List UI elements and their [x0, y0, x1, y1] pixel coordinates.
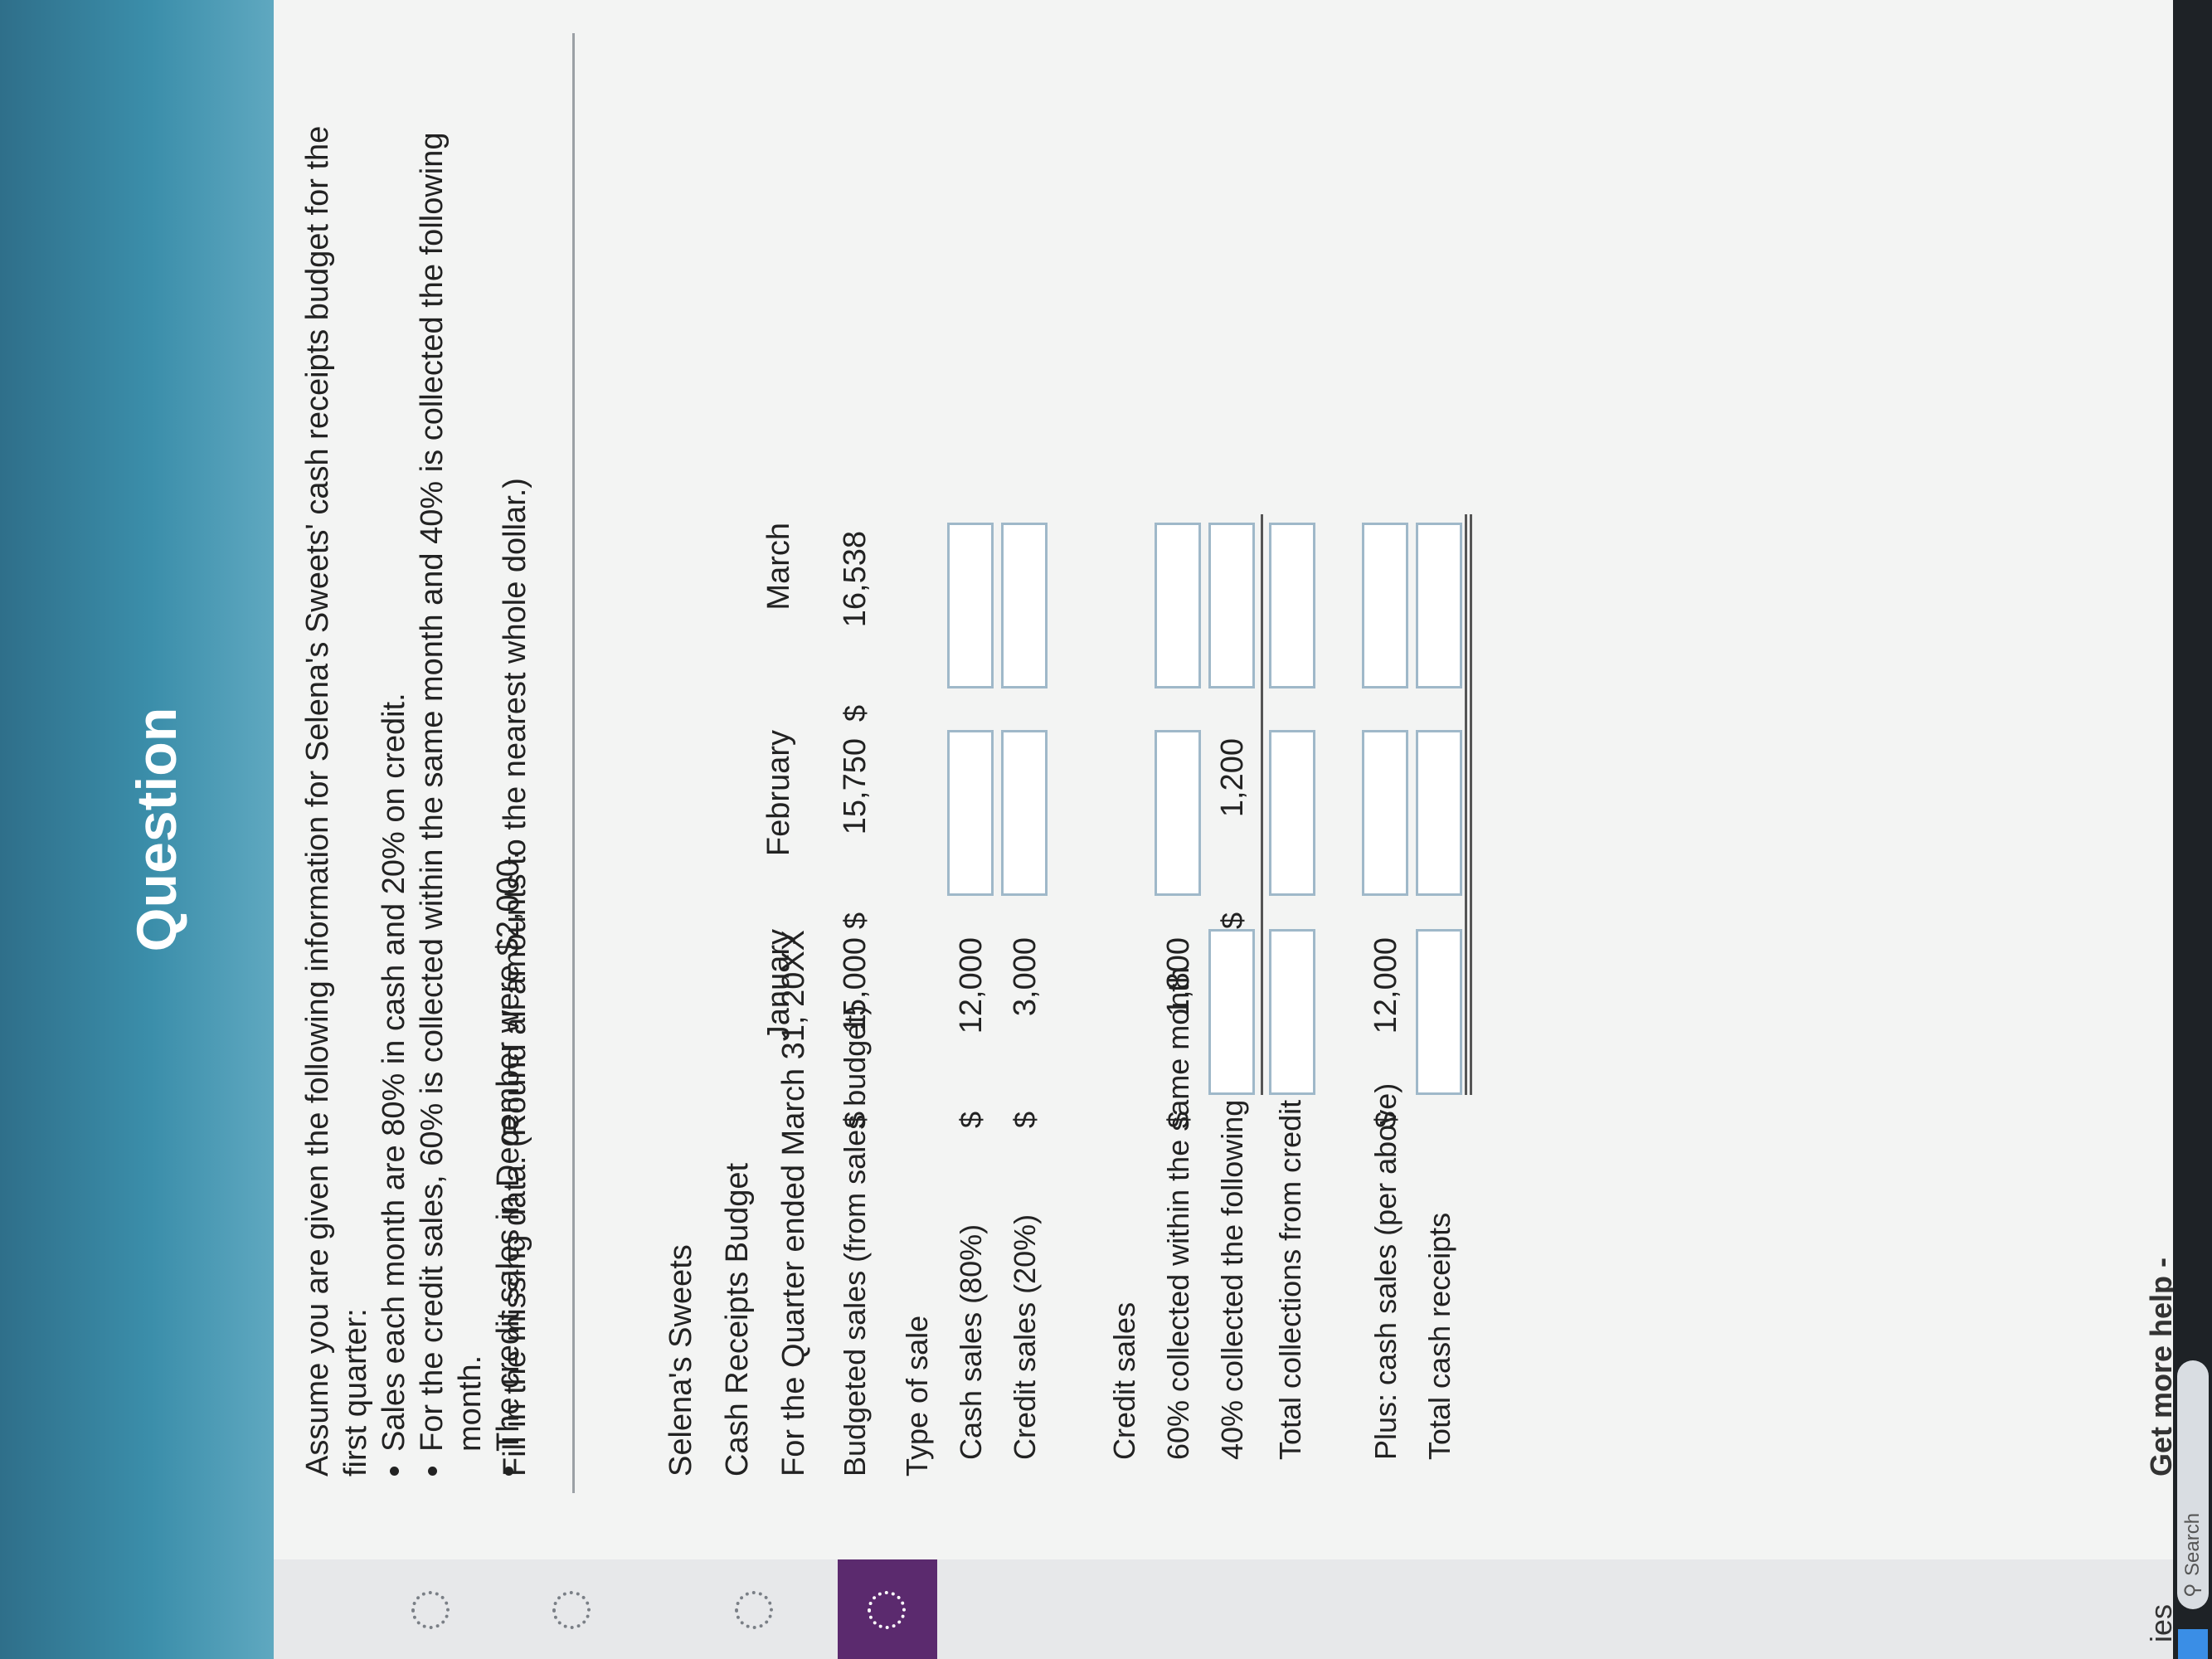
page-title: Question [125, 707, 188, 952]
row-label-type-of-sale: Type of sale [900, 1315, 934, 1477]
input-cash-sales-feb[interactable] [947, 730, 994, 896]
total-double-rule [1465, 514, 1472, 1095]
currency-symbol: $ [1215, 912, 1249, 929]
taskbar-search-box[interactable]: ⚲ Search [2177, 1360, 2209, 1609]
input-total-collections-mar[interactable] [1269, 523, 1315, 688]
input-credit-sales-feb[interactable] [1001, 730, 1048, 896]
subtotal-rule [1261, 514, 1263, 1095]
input-total-collections-jan[interactable] [1269, 929, 1315, 1095]
progress-circle-icon [411, 1591, 450, 1629]
currency-symbol: $ [1161, 1111, 1195, 1128]
sidebar-question-3[interactable] [705, 1559, 805, 1659]
input-total-cash-receipts-mar[interactable] [1416, 523, 1462, 688]
currency-symbol: $ [1008, 1111, 1042, 1128]
input-total-cash-receipts-feb[interactable] [1416, 730, 1462, 896]
input-cash-sales-mar[interactable] [947, 523, 994, 688]
divider [572, 33, 575, 1493]
value-credit-sales-jan: 3,000 [1008, 937, 1043, 1017]
input-plus-cash-sales-feb[interactable] [1362, 730, 1408, 896]
progress-circle-icon [868, 1591, 906, 1629]
taskbar: ⚲ Search [2173, 0, 2212, 1659]
header-bar: Question [0, 0, 274, 1659]
company-name: Selena's Sweets [664, 1244, 698, 1477]
value-collected-following-month-feb: 1,200 [1215, 738, 1250, 818]
input-collected-following-month-mar[interactable] [1208, 523, 1255, 688]
row-label-plus-cash-sales: Plus: cash sales (per above) [1369, 1082, 1403, 1460]
input-collected-following-month-jan[interactable] [1208, 929, 1255, 1095]
sidebar-question-current[interactable] [838, 1559, 937, 1659]
sidebar-question-2[interactable] [523, 1559, 622, 1659]
value-budgeted-sales-feb: 15,750 [838, 738, 873, 835]
value-collected-same-month-jan: 1,800 [1161, 937, 1196, 1017]
question-sidebar [274, 1559, 2212, 1659]
input-total-cash-receipts-jan[interactable] [1416, 929, 1462, 1095]
screen: Question ies Assume you are given the fo… [0, 0, 2212, 1659]
row-label-credit-heading: Credit sales [1107, 1301, 1141, 1460]
budget-title: Cash Receipts Budget [720, 1162, 755, 1477]
column-header-february: February [761, 730, 796, 857]
windows-start-icon[interactable] [2178, 1629, 2208, 1659]
currency-symbol: $ [838, 1111, 872, 1128]
problem-statement: Assume you are given the following infor… [299, 66, 527, 1477]
currency-symbol: $ [1369, 1111, 1403, 1128]
input-credit-sales-mar[interactable] [1001, 523, 1048, 688]
column-header-march: March [761, 523, 796, 611]
value-cash-sales-jan: 12,000 [954, 937, 989, 1034]
currency-symbol: $ [838, 704, 872, 722]
row-label-cash-sales: Cash sales (80%) [954, 1224, 988, 1460]
progress-circle-icon [735, 1591, 773, 1629]
input-collected-same-month-mar[interactable] [1155, 523, 1201, 688]
row-label-credit-sales: Credit sales (20%) [1008, 1214, 1042, 1460]
row-label-total-cash-receipts: Total cash receipts [1422, 1212, 1456, 1460]
column-header-january: January [761, 929, 796, 1042]
input-collected-same-month-feb[interactable] [1155, 730, 1201, 896]
search-icon: ⚲ [2181, 1583, 2204, 1598]
bullet-item: Sales each month are 80% in cash and 20%… [375, 66, 413, 1452]
search-placeholder: Search [2181, 1512, 2204, 1576]
currency-symbol: $ [954, 1111, 988, 1128]
value-plus-cash-sales-jan: 12,000 [1369, 937, 1403, 1034]
bullet-item: For the credit sales, 60% is collected w… [413, 66, 489, 1452]
input-total-collections-feb[interactable] [1269, 730, 1315, 896]
value-budgeted-sales-mar: 16,538 [838, 531, 873, 628]
progress-circle-icon [552, 1591, 591, 1629]
input-plus-cash-sales-mar[interactable] [1362, 523, 1408, 688]
value-budgeted-sales-jan: 15,000 [838, 937, 873, 1034]
problem-intro: Assume you are given the following infor… [300, 125, 373, 1477]
sidebar-question-1[interactable] [382, 1559, 481, 1659]
currency-symbol: $ [838, 912, 872, 929]
instruction-text: Fill in the missing data. (Round all amo… [498, 478, 532, 1477]
